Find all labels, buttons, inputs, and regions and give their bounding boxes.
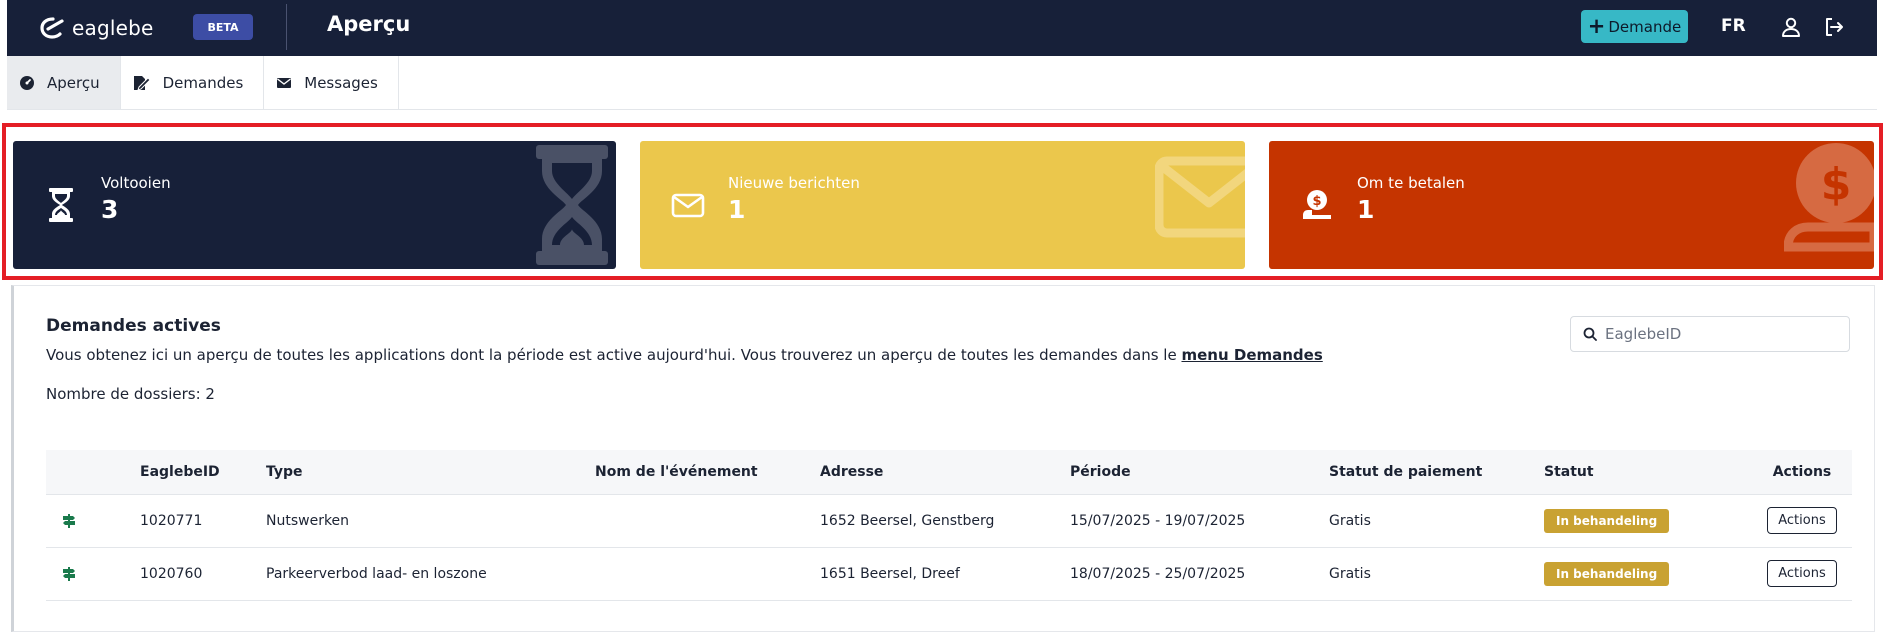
table-row[interactable]: 1020760 Parkeerverbod laad- en loszone 1… [46, 547, 1852, 601]
table-header-row: EaglebeID Type Nom de l'événement Adress… [46, 450, 1852, 495]
card-label: Nieuwe berichten [728, 174, 860, 192]
cell-payment-status: Gratis [1329, 547, 1544, 601]
column-header-payment-status[interactable]: Statut de paiement [1329, 450, 1544, 495]
cell-period: 18/07/2025 - 25/07/2025 [1070, 547, 1329, 601]
column-header-type[interactable]: Type [266, 450, 595, 495]
requests-table: EaglebeID Type Nom de l'événement Adress… [46, 450, 1852, 601]
envelope-background-icon [1155, 156, 1245, 238]
column-header-status[interactable]: Statut [1544, 450, 1752, 495]
eaglebe-logo[interactable]: eaglebe [40, 13, 154, 43]
column-header-period[interactable]: Période [1070, 450, 1329, 495]
cell-eaglebeid: 1020771 [140, 494, 266, 548]
beta-badge: BETA [193, 14, 253, 40]
envelope-icon [671, 193, 705, 218]
eaglebe-logo-icon [40, 17, 64, 39]
panel-description: Vous obtenez ici un aperçu de toutes les… [46, 346, 1323, 364]
card-om-te-betalen[interactable]: $ $ Om te betalen 1 [1269, 141, 1874, 269]
card-nieuwe-berichten[interactable]: Nieuwe berichten 1 [640, 141, 1245, 269]
search-box[interactable] [1570, 316, 1850, 352]
user-icon[interactable] [1779, 15, 1803, 39]
svg-text:$: $ [1312, 194, 1321, 209]
page: eaglebe BETA Aperçu + Demande FR Aperçu [0, 0, 1887, 636]
card-voltooien[interactable]: Voltooien 3 [13, 141, 616, 269]
cell-payment-status: Gratis [1329, 494, 1544, 548]
status-badge: In behandeling [1544, 561, 1670, 586]
cell-event-name [595, 547, 820, 601]
language-switcher[interactable]: FR [1721, 16, 1746, 36]
column-header-actions: Actions [1752, 450, 1852, 495]
tab-apercu[interactable]: Aperçu [7, 56, 121, 109]
envelope-icon [277, 77, 292, 88]
signpost-icon [63, 566, 75, 581]
new-request-button[interactable]: + Demande [1581, 10, 1688, 43]
actions-button[interactable]: Actions [1767, 560, 1837, 587]
tab-messages[interactable]: Messages [264, 56, 399, 109]
cell-address: 1652 Beersel, Genstberg [820, 494, 1070, 548]
card-label: Voltooien [101, 174, 171, 192]
cell-type: Parkeerverbod laad- en loszone [266, 547, 595, 601]
status-badge: In behandeling [1544, 508, 1670, 533]
panel-title: Demandes actives [46, 316, 221, 336]
search-icon [1583, 327, 1597, 341]
search-input[interactable] [1605, 325, 1835, 343]
card-label: Om te betalen [1357, 174, 1465, 192]
column-header-address[interactable]: Adresse [820, 450, 1070, 495]
tab-demandes[interactable]: Demandes [121, 56, 265, 109]
money-hand-background-icon: $ [1784, 143, 1874, 252]
card-value: 1 [728, 195, 746, 224]
description-text: Vous obtenez ici un aperçu de toutes les… [46, 346, 1182, 364]
signpost-icon [63, 513, 75, 528]
tab-label: Demandes [162, 73, 244, 92]
cell-type: Nutswerken [266, 494, 595, 548]
dossier-count: Nombre de dossiers: 2 [46, 385, 215, 403]
page-title: Aperçu [327, 12, 411, 36]
plus-icon: + [1587, 14, 1606, 38]
actions-button[interactable]: Actions [1767, 507, 1837, 534]
hourglass-icon [49, 188, 73, 222]
money-hand-icon: $ [1303, 190, 1331, 219]
card-value: 3 [101, 195, 119, 224]
active-requests-panel: Demandes actives Vous obtenez ici un ape… [11, 285, 1875, 632]
cell-period: 15/07/2025 - 19/07/2025 [1070, 494, 1329, 548]
hourglass-background-icon [536, 145, 608, 265]
dashboard-icon [20, 75, 34, 90]
logo-text: eaglebe [72, 16, 154, 40]
cell-address: 1651 Beersel, Dreef [820, 547, 1070, 601]
divider [286, 4, 287, 50]
tab-label: Aperçu [47, 73, 100, 92]
svg-text:$: $ [1821, 159, 1852, 210]
tab-label: Messages [304, 73, 378, 92]
column-header-event-name[interactable]: Nom de l'événement [595, 450, 820, 495]
cell-event-name [595, 494, 820, 548]
cell-eaglebeid: 1020760 [140, 547, 266, 601]
column-header-eaglebeid[interactable]: EaglebeID [140, 450, 266, 495]
table-row[interactable]: 1020771 Nutswerken 1652 Beersel, Genstbe… [46, 494, 1852, 548]
tab-bar: Aperçu Demandes Messages [7, 56, 1877, 110]
menu-demandes-link[interactable]: menu Demandes [1181, 346, 1322, 364]
file-edit-icon [133, 75, 151, 91]
card-value: 1 [1357, 195, 1375, 224]
new-request-label: Demande [1608, 17, 1682, 36]
top-navbar: eaglebe BETA Aperçu + Demande FR [7, 0, 1877, 56]
column-header [46, 450, 140, 495]
logout-icon[interactable] [1822, 15, 1846, 39]
